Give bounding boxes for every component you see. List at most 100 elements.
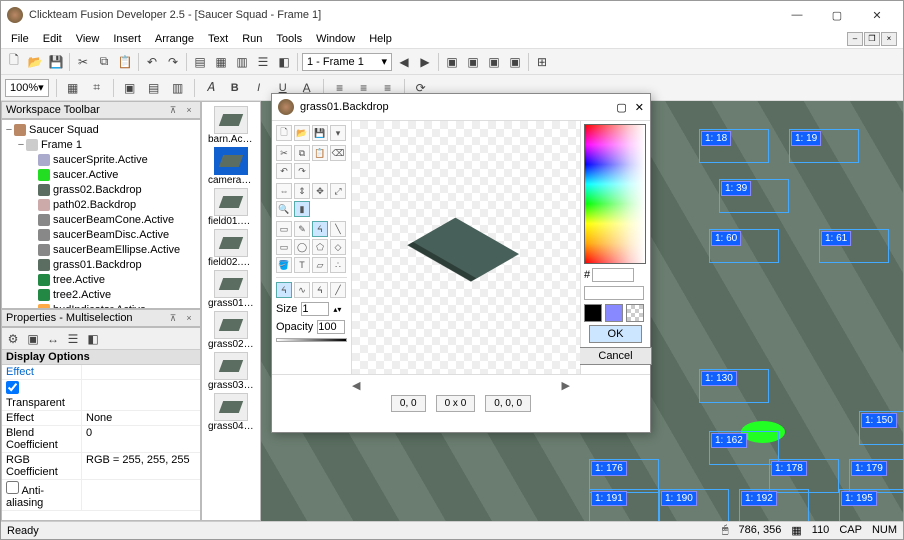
storyboard-icon[interactable]: ▤ (191, 53, 209, 71)
object-thumb[interactable]: barn.Active (208, 106, 254, 145)
tree-item[interactable]: grass01.Backdrop (4, 257, 198, 272)
frame-selector[interactable]: 1 - Frame 1▾ (302, 53, 392, 71)
tree-item[interactable]: hudIndicator.Active (4, 302, 198, 309)
dialog-maximize-button[interactable]: ▢ (616, 101, 626, 114)
dialog-canvas[interactable] (352, 121, 580, 374)
brush-4-icon[interactable]: ╱ (330, 282, 346, 298)
rect-tool-icon[interactable]: ▭ (276, 239, 292, 255)
stop-icon[interactable]: ▣ (485, 53, 503, 71)
italic-icon[interactable]: I (250, 79, 268, 97)
tree-item[interactable]: saucerSprite.Active (4, 152, 198, 167)
data-icon[interactable]: ◧ (275, 53, 293, 71)
menu-tools[interactable]: Tools (270, 31, 308, 47)
prop-tab-display-icon[interactable]: ▣ (24, 330, 42, 348)
scroll-right-icon[interactable]: ▶ (562, 379, 570, 393)
opacity-input[interactable] (317, 320, 345, 334)
hex-input[interactable] (592, 268, 634, 282)
new-frame-icon[interactable]: 🗋 (276, 125, 292, 141)
undo-icon[interactable]: ↶ (143, 53, 161, 71)
options-icon[interactable]: ▾ (330, 125, 346, 141)
text-tool-icon[interactable]: T (294, 257, 310, 273)
menu-edit[interactable]: Edit (37, 31, 68, 47)
redo-tool-icon[interactable]: ↷ (294, 163, 310, 179)
cancel-button[interactable]: Cancel (579, 347, 651, 365)
menu-view[interactable]: View (70, 31, 106, 47)
object-thumb[interactable]: grass03.Ba... (208, 352, 254, 391)
open-icon[interactable]: 📂 (26, 53, 44, 71)
object-thumb[interactable]: field01.Bac... (208, 188, 254, 227)
color-palette[interactable] (584, 124, 646, 264)
transparent-swatch[interactable] (626, 304, 644, 322)
spray-tool-icon[interactable]: ∴ (330, 257, 346, 273)
antialias-checkbox[interactable] (6, 481, 19, 494)
object-thumb[interactable]: grass02.Ba... (208, 311, 254, 350)
tree-item[interactable]: saucer.Active (4, 167, 198, 182)
copy-tool-icon[interactable]: ⧉ (294, 145, 310, 161)
tree-item[interactable]: grass02.Backdrop (4, 182, 198, 197)
eraser-tool-icon[interactable]: ▱ (312, 257, 328, 273)
object-thumb[interactable]: grass04.Ba... (208, 393, 254, 432)
mdi-restore-button[interactable]: ❐ (864, 32, 880, 46)
frame-editor-icon[interactable]: ▦ (212, 53, 230, 71)
ellipse-tool-icon[interactable]: ◯ (294, 239, 310, 255)
build-icon[interactable]: ▣ (506, 53, 524, 71)
grid-icon[interactable]: ▦ (64, 79, 82, 97)
event-editor-icon[interactable]: ▥ (233, 53, 251, 71)
tree-item[interactable]: −Saucer Squad (4, 122, 198, 137)
flip-v-icon[interactable]: ⇕ (294, 183, 310, 199)
workspace-tree[interactable]: −Saucer Squad−Frame 1saucerSprite.Active… (1, 119, 201, 309)
menu-file[interactable]: File (5, 31, 35, 47)
next-frame-icon[interactable]: ▶ (416, 53, 434, 71)
zoom-tool-icon[interactable]: 🔍 (276, 201, 292, 217)
cut-tool-icon[interactable]: ✂ (276, 145, 292, 161)
opacity-slider[interactable] (276, 338, 347, 342)
delete-tool-icon[interactable]: ⌫ (330, 145, 346, 161)
prev-frame-icon[interactable]: ◀ (395, 53, 413, 71)
prop-tab-settings-icon[interactable]: ⚙ (4, 330, 22, 348)
new-icon[interactable]: 🗋 (5, 53, 23, 71)
crop-icon[interactable]: ✥ (312, 183, 328, 199)
menu-run[interactable]: Run (236, 31, 268, 47)
prop-tab-size-icon[interactable]: ↔ (44, 330, 62, 348)
prop-tab-values-icon[interactable]: ☰ (64, 330, 82, 348)
run-app-icon[interactable]: ▣ (443, 53, 461, 71)
close-panel-icon[interactable]: × (182, 103, 196, 117)
ok-button[interactable]: OK (589, 325, 643, 343)
menu-help[interactable]: Help (363, 31, 398, 47)
zoom-slider-icon[interactable]: ▮ (294, 201, 310, 217)
run-frame-icon[interactable]: ▣ (464, 53, 482, 71)
pin-icon[interactable]: ⊼ (166, 311, 180, 325)
tree-item[interactable]: tree.Active (4, 272, 198, 287)
fill-tool-icon[interactable]: 🪣 (276, 257, 292, 273)
font-icon[interactable]: 𝐴 (202, 79, 220, 97)
paste-icon[interactable]: 📋 (116, 53, 134, 71)
bg-swatch[interactable] (605, 304, 623, 322)
menu-arrange[interactable]: Arrange (149, 31, 200, 47)
polygon-tool-icon[interactable]: ⬠ (312, 239, 328, 255)
zoom-combo[interactable]: 100% ▾ (5, 79, 49, 97)
brush-1-icon[interactable]: ᔦ (276, 282, 292, 298)
close-panel-icon[interactable]: × (182, 311, 196, 325)
preview-icon[interactable]: ⊞ (533, 53, 551, 71)
centery-icon[interactable]: ▥ (169, 79, 187, 97)
select-rect-icon[interactable]: ▭ (276, 221, 292, 237)
bold-icon[interactable]: B (226, 79, 244, 97)
dialog-titlebar[interactable]: grass01.Backdrop ▢ ✕ (272, 94, 650, 120)
size-input[interactable] (301, 302, 329, 316)
pin-icon[interactable]: ⊼ (166, 103, 180, 117)
tree-item[interactable]: tree2.Active (4, 287, 198, 302)
close-button[interactable]: ✕ (857, 1, 897, 29)
cut-icon[interactable]: ✂ (74, 53, 92, 71)
center-icon[interactable]: ▣ (121, 79, 139, 97)
menu-insert[interactable]: Insert (107, 31, 147, 47)
object-thumb[interactable]: field02.Bac... (208, 229, 254, 268)
mdi-close-button[interactable]: × (881, 32, 897, 46)
scroll-left-icon[interactable]: ◀ (352, 379, 360, 393)
minimize-button[interactable]: — (777, 1, 817, 29)
undo-tool-icon[interactable]: ↶ (276, 163, 292, 179)
tree-item[interactable]: saucerBeamCone.Active (4, 212, 198, 227)
redo-icon[interactable]: ↷ (164, 53, 182, 71)
brush-3-icon[interactable]: ᔦ (312, 282, 328, 298)
tree-item[interactable]: −Frame 1 (4, 137, 198, 152)
centerx-icon[interactable]: ▤ (145, 79, 163, 97)
